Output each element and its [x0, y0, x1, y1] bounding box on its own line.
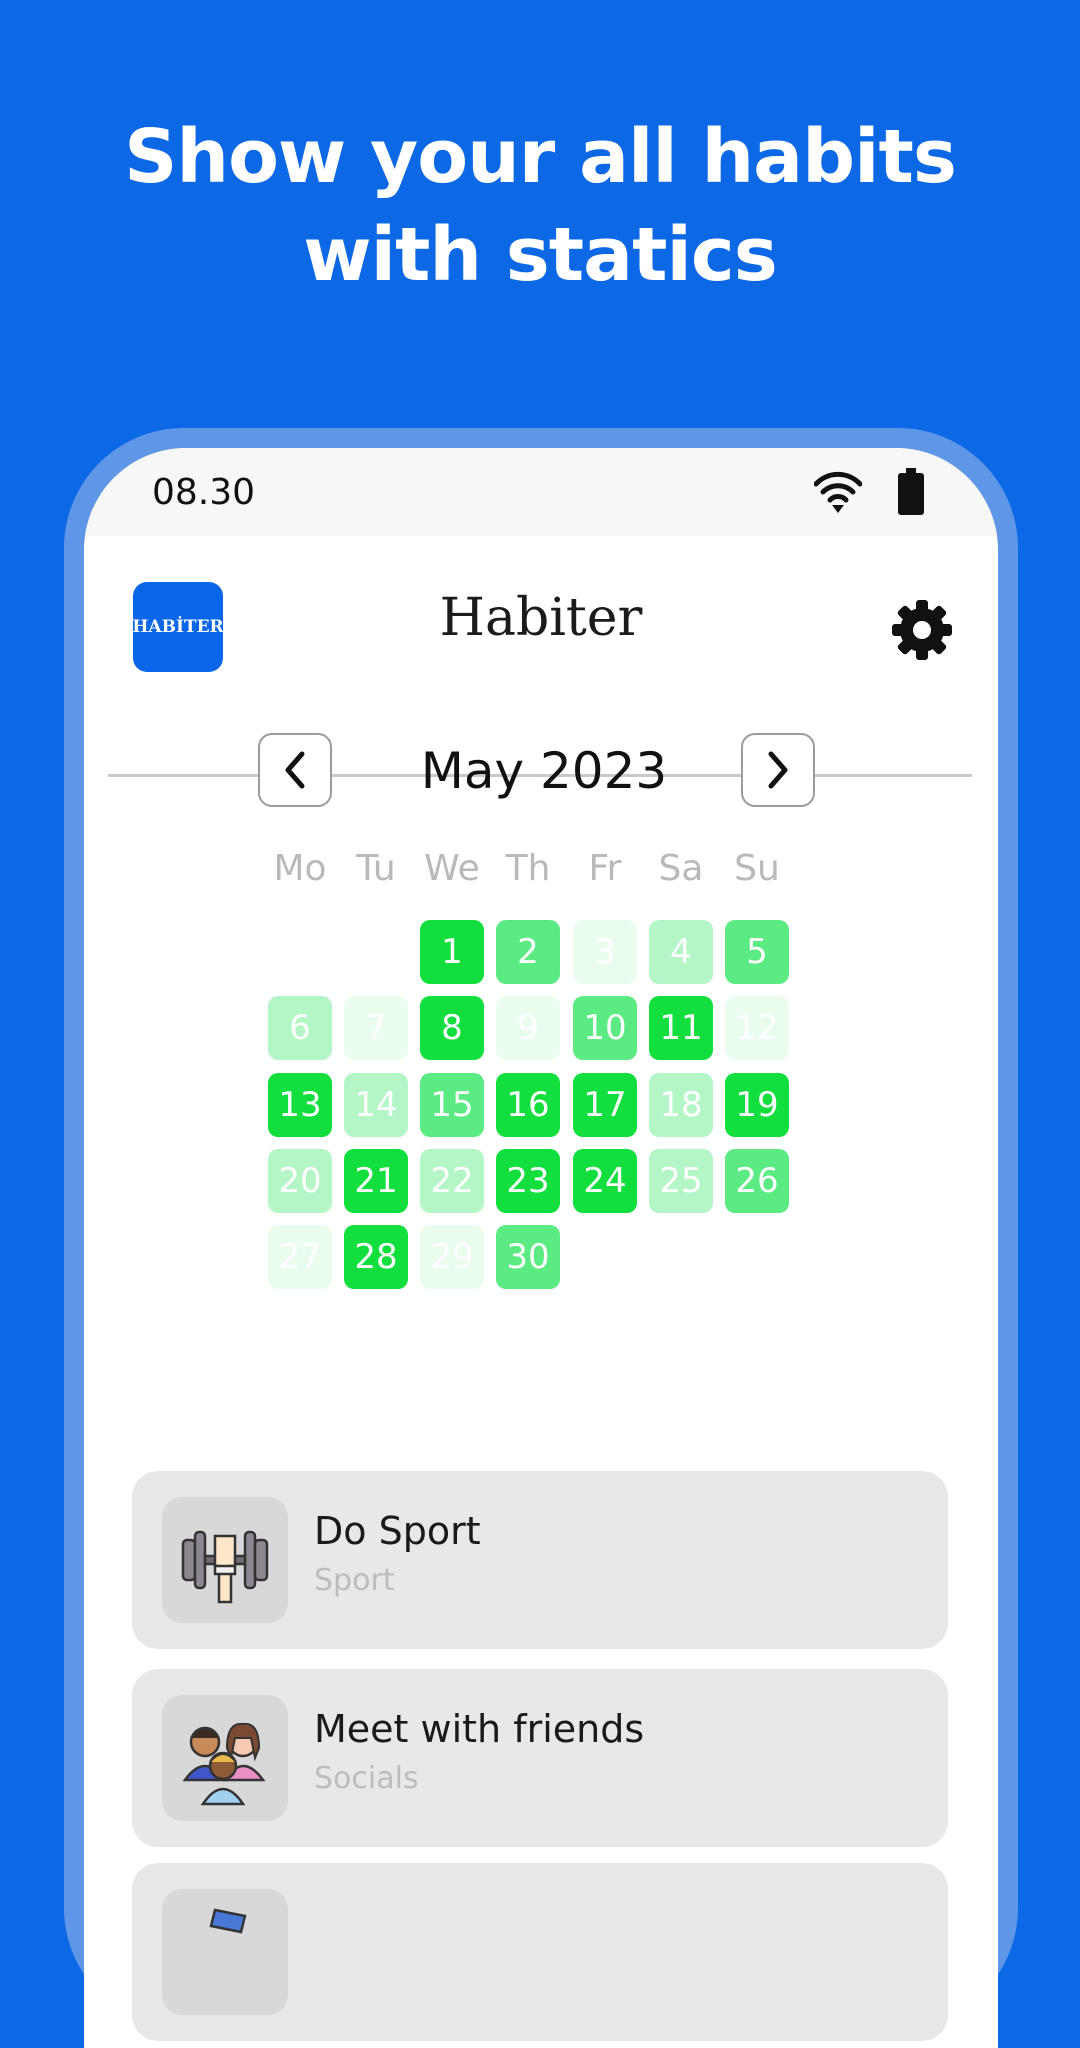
habit-icon-box [162, 1695, 288, 1821]
calendar-day-2[interactable]: 2 [496, 920, 560, 984]
weekday-fr: Fr [588, 848, 622, 889]
chevron-right-icon [768, 751, 788, 789]
calendar-day-27[interactable]: 27 [268, 1225, 332, 1289]
calendar-day-9[interactable]: 9 [496, 996, 560, 1060]
weekday-th: Th [505, 848, 551, 889]
calendar-day-8[interactable]: 8 [420, 996, 484, 1060]
gear-icon[interactable] [890, 598, 954, 662]
friends-icon [182, 1722, 266, 1806]
weekday-mo: Mo [273, 848, 327, 889]
calendar-grid: 1 2 3 4 5 6 7 8 9 10 11 12 13 14 15 16 17 18 19 20 21 22 23 24 2… [84, 920, 998, 1300]
book-icon [209, 1908, 247, 1934]
weekday-tu: Tu [356, 848, 396, 889]
headline-line-2: with statics [303, 212, 778, 298]
calendar-day-10[interactable]: 10 [573, 996, 637, 1060]
app-title: Habiter [439, 588, 643, 648]
calendar-day-3[interactable]: 3 [573, 920, 637, 984]
app-header: HABİTER Habiter [84, 536, 998, 777]
chevron-left-icon [285, 751, 305, 789]
calendar-day-29[interactable]: 29 [420, 1225, 484, 1289]
calendar-day-23[interactable]: 23 [496, 1149, 560, 1213]
calendar-day-24[interactable]: 24 [573, 1149, 637, 1213]
calendar-day-26[interactable]: 26 [725, 1149, 789, 1213]
weekday-sa: Sa [658, 848, 704, 889]
habit-icon-box [162, 1889, 288, 2015]
habit-card-do-sport[interactable]: Do Sport Sport [132, 1471, 948, 1649]
calendar-day-12[interactable]: 12 [725, 996, 789, 1060]
calendar-day-11[interactable]: 11 [649, 996, 713, 1060]
status-bar: 08.30 [84, 448, 998, 536]
calendar-day-22[interactable]: 22 [420, 1149, 484, 1213]
calendar-day-17[interactable]: 17 [573, 1073, 637, 1137]
calendar-day-13[interactable]: 13 [268, 1073, 332, 1137]
month-label: May 2023 [420, 742, 668, 800]
calendar-day-7[interactable]: 7 [344, 996, 408, 1060]
calendar-day-14[interactable]: 14 [344, 1073, 408, 1137]
calendar-day-21[interactable]: 21 [344, 1149, 408, 1213]
headline-line-1: Show your all habits [124, 114, 957, 200]
phone-screen: 08.30 HABİTER Habiter May 2023 Mo Tu We … [84, 448, 998, 2048]
status-time: 08.30 [152, 472, 256, 513]
habit-card-meet-friends[interactable]: Meet with friends Socials [132, 1669, 948, 1847]
calendar-day-1[interactable]: 1 [420, 920, 484, 984]
habit-name: Do Sport [314, 1509, 481, 1553]
calendar-day-4[interactable]: 4 [649, 920, 713, 984]
calendar-day-25[interactable]: 25 [649, 1149, 713, 1213]
wifi-icon [814, 471, 862, 513]
habit-category: Socials [314, 1761, 419, 1796]
battery-icon [898, 468, 924, 515]
calendar-day-20[interactable]: 20 [268, 1149, 332, 1213]
weekday-header: Mo Tu We Th Fr Sa Su [84, 848, 998, 898]
dumbbell-icon [181, 1530, 269, 1604]
habit-category: Sport [314, 1563, 395, 1598]
calendar-day-30[interactable]: 30 [496, 1225, 560, 1289]
calendar-day-18[interactable]: 18 [649, 1073, 713, 1137]
habit-icon-box [162, 1497, 288, 1623]
habit-card-3[interactable] [132, 1863, 948, 2041]
weekday-su: Su [734, 848, 780, 889]
calendar-day-6[interactable]: 6 [268, 996, 332, 1060]
next-month-button[interactable] [741, 733, 815, 807]
headline: Show your all habits with statics [0, 108, 1080, 304]
calendar-day-5[interactable]: 5 [725, 920, 789, 984]
weekday-we: We [424, 848, 480, 889]
calendar-day-16[interactable]: 16 [496, 1073, 560, 1137]
prev-month-button[interactable] [258, 733, 332, 807]
calendar-day-28[interactable]: 28 [344, 1225, 408, 1289]
calendar-day-19[interactable]: 19 [725, 1073, 789, 1137]
habit-name: Meet with friends [314, 1707, 645, 1751]
calendar-day-15[interactable]: 15 [420, 1073, 484, 1137]
